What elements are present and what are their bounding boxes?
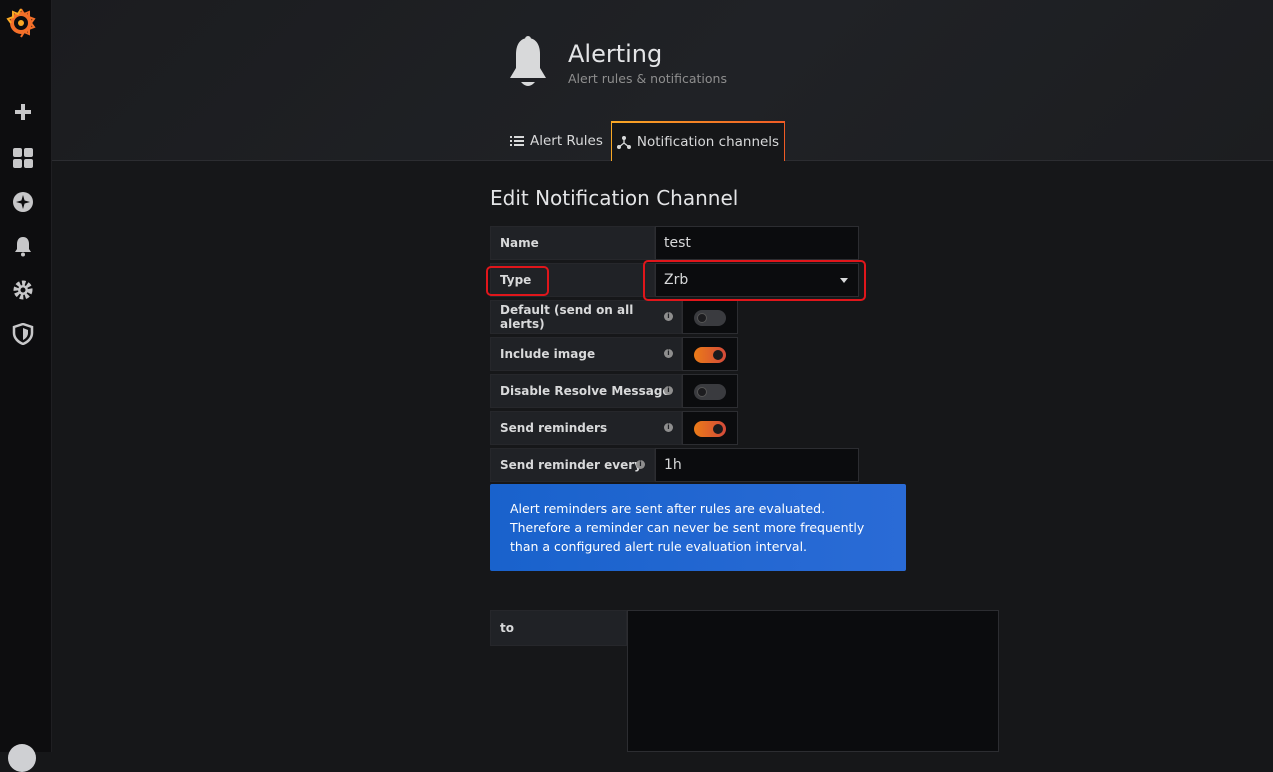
include-image-toggle[interactable] — [694, 347, 726, 363]
highlight-type-select — [643, 260, 866, 301]
reminder-every-input[interactable]: 1h — [655, 448, 859, 482]
form-title: Edit Notification Channel — [490, 186, 739, 210]
list-icon — [510, 135, 524, 146]
user-avatar[interactable] — [8, 744, 36, 772]
tab-label: Notification channels — [636, 134, 780, 150]
bell-icon[interactable] — [11, 234, 35, 258]
main-content: Alerting Alert rules & notifications Ale… — [52, 0, 1273, 752]
gear-icon[interactable] — [11, 278, 35, 302]
compass-icon[interactable] — [11, 190, 35, 214]
plus-icon[interactable] — [11, 100, 35, 124]
page-header: Alerting Alert rules & notifications Ale… — [52, 0, 1273, 161]
default-switch-cell — [682, 300, 738, 334]
bell-icon — [510, 36, 546, 86]
default-toggle[interactable] — [694, 310, 726, 326]
shield-icon[interactable] — [11, 322, 35, 346]
disable-resolve-switch-cell — [682, 374, 738, 408]
info-icon[interactable]: i — [664, 349, 673, 358]
name-label: Name — [490, 226, 655, 260]
default-label: Default (send on all alerts) — [490, 300, 682, 334]
include-image-label: Include image — [490, 337, 682, 371]
send-reminders-toggle[interactable] — [694, 421, 726, 437]
tab-label: Alert Rules — [530, 132, 603, 149]
info-icon[interactable]: i — [664, 312, 673, 321]
include-image-label-text: Include image — [500, 347, 596, 361]
tab-notification-channels[interactable]: Notification channels — [611, 121, 785, 161]
reminder-every-label-text: Send reminder every — [500, 458, 642, 472]
to-label: to — [490, 610, 627, 646]
grafana-logo-icon[interactable] — [5, 6, 37, 38]
highlight-type-label — [486, 266, 549, 296]
tab-alert-rules[interactable]: Alert Rules — [504, 121, 609, 160]
send-reminders-label-text: Send reminders — [500, 421, 608, 435]
name-input[interactable]: test — [655, 226, 859, 260]
side-menu — [0, 0, 52, 772]
disable-resolve-label-text: Disable Resolve Message — [500, 384, 671, 398]
to-textarea[interactable] — [627, 610, 999, 752]
disable-resolve-toggle[interactable] — [694, 384, 726, 400]
reminder-info-box: Alert reminders are sent after rules are… — [490, 484, 906, 571]
channels-icon — [616, 136, 631, 149]
info-icon[interactable]: i — [664, 386, 673, 395]
info-icon[interactable]: i — [636, 460, 645, 469]
disable-resolve-label: Disable Resolve Message — [490, 374, 682, 408]
default-label-text: Default (send on all alerts) — [500, 303, 634, 331]
send-reminders-label: Send reminders — [490, 411, 682, 445]
info-icon[interactable]: i — [664, 423, 673, 432]
send-reminders-switch-cell — [682, 411, 738, 445]
page-subtitle: Alert rules & notifications — [568, 71, 727, 86]
page-title: Alerting — [568, 40, 663, 68]
reminder-every-label: Send reminder every — [490, 448, 655, 482]
include-image-switch-cell — [682, 337, 738, 371]
dashboard-grid-icon[interactable] — [11, 146, 35, 170]
